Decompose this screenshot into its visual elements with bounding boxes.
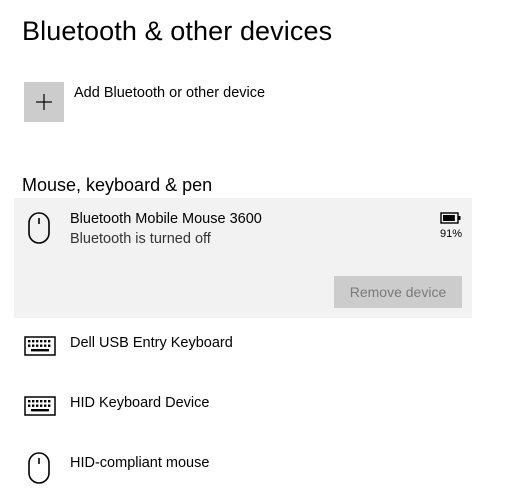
device-name: Dell USB Entry Keyboard [70, 335, 233, 351]
device-item-hid-mouse[interactable]: HID-compliant mouse [14, 442, 472, 494]
plus-icon [36, 94, 52, 110]
add-device-tile[interactable] [24, 82, 64, 122]
device-item-dell-keyboard[interactable]: Dell USB Entry Keyboard [14, 322, 472, 374]
keyboard-icon [24, 336, 56, 356]
page-title: Bluetooth & other devices [22, 16, 333, 46]
mouse-icon [28, 452, 50, 484]
battery-indicator: 91% [432, 212, 462, 240]
section-title: Mouse, keyboard & pen [22, 175, 213, 195]
mouse-icon [28, 212, 50, 244]
device-item-bluetooth-mouse[interactable]: Bluetooth Mobile Mouse 3600 Bluetooth is… [14, 198, 472, 250]
battery-percent: 91% [439, 228, 462, 240]
battery-icon [440, 212, 461, 224]
device-name: Bluetooth Mobile Mouse 3600 [70, 211, 262, 227]
settings-page: Bluetooth & other devices Add Bluetooth … [0, 0, 511, 504]
add-device-label: Add Bluetooth or other device [74, 85, 266, 101]
device-name: HID-compliant mouse [70, 455, 210, 471]
device-item-hid-keyboard[interactable]: HID Keyboard Device [14, 382, 472, 434]
remove-device-button[interactable]: Remove device [334, 276, 462, 308]
device-status: Bluetooth is turned off [70, 231, 211, 247]
keyboard-icon [24, 396, 56, 416]
device-name: HID Keyboard Device [70, 395, 210, 411]
add-device-button[interactable]: Add Bluetooth or other device [24, 82, 265, 122]
